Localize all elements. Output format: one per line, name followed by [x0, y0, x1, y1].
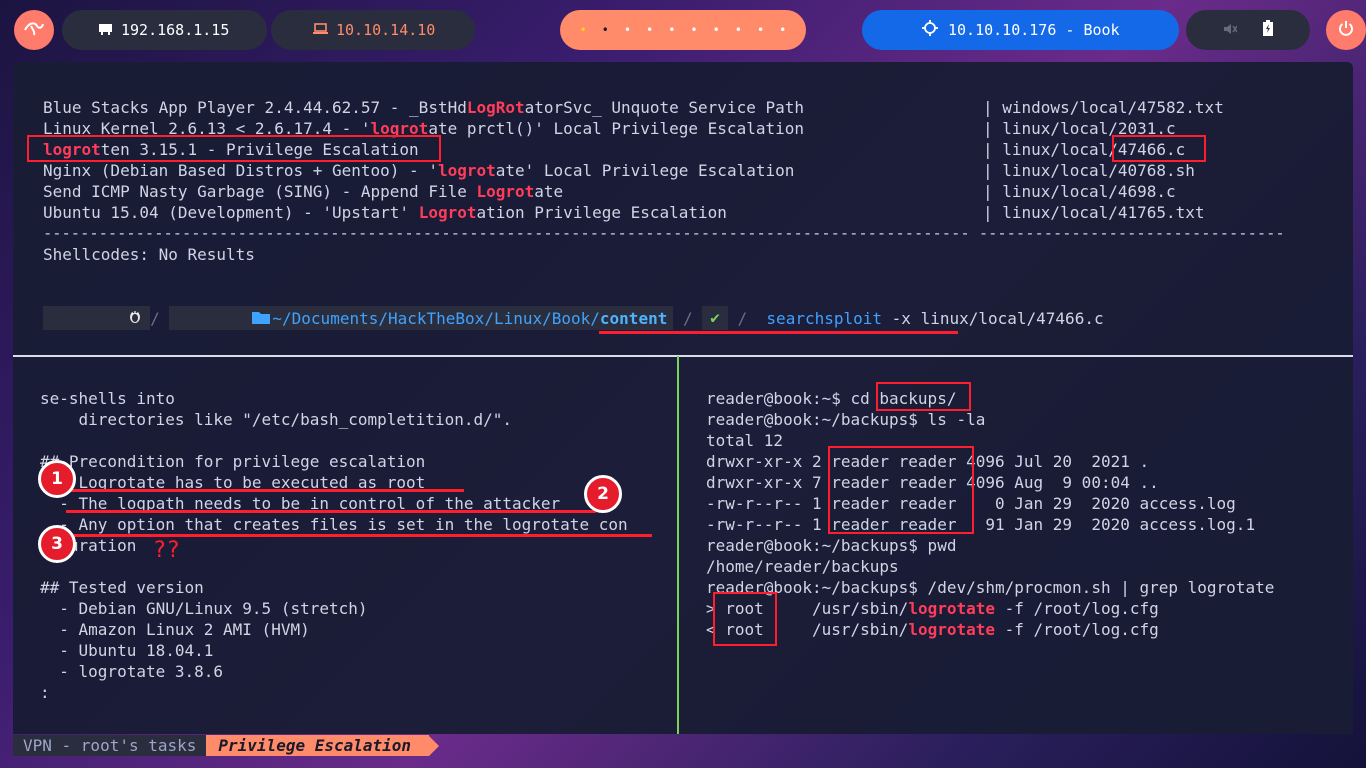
workspace-9[interactable]: •: [757, 23, 764, 37]
text-line: - Any option that creates files is set i…: [40, 515, 628, 534]
shellcodes-line: Shellcodes: No Results: [43, 245, 255, 264]
power-button[interactable]: [1326, 10, 1366, 50]
result-row: Ubuntu 15.04 (Development) - 'Upstart' L…: [43, 203, 727, 222]
tray: [1186, 10, 1310, 50]
result-path: | linux/local/40768.sh: [983, 161, 1195, 180]
target-label: 10.10.10.176 - Book: [948, 21, 1120, 39]
question-marks: ??: [154, 538, 182, 563]
local-ip-widget[interactable]: 192.168.1.15: [62, 10, 267, 50]
workspace-8[interactable]: •: [735, 23, 742, 37]
highlight-box-path: [1112, 135, 1206, 162]
badge-1: 1: [38, 460, 76, 498]
workspaces: • • • • • • • • • •: [560, 10, 806, 50]
highlight-box-backups: [876, 382, 971, 411]
prompt-path-segment: ~/Documents/HackTheBox/Linux/Book/conten…: [169, 306, 674, 330]
terminal-line: reader@book:~/backups$ ls -la: [706, 410, 986, 429]
laptop-icon: [313, 21, 328, 39]
vpn-ip: 10.10.14.10: [336, 21, 436, 39]
highlight-box-logrotten: [27, 135, 441, 162]
underline-command: [599, 331, 958, 334]
network-card-icon: [98, 21, 113, 39]
prompt: / ~/Documents/HackTheBox/Linux/Book/cont…: [43, 306, 1104, 330]
text-line: ## Tested version: [40, 578, 204, 597]
workspace-3[interactable]: •: [624, 23, 631, 37]
prompt-os-segment: [43, 306, 151, 330]
text-line: se-shells into: [40, 389, 175, 408]
badge-2: 2: [584, 475, 622, 513]
target-widget[interactable]: 10.10.10.176 - Book: [862, 10, 1179, 50]
left-pane[interactable]: se-shells into directories like "/etc/ba…: [40, 388, 670, 728]
text-line: ## Precondition for privilege escalation: [40, 452, 426, 471]
crosshair-icon: [922, 20, 938, 40]
result-path: | linux/local/41765.txt: [983, 203, 1205, 222]
highlight-box-root: [713, 592, 777, 646]
result-row: Send ICMP Nasty Garbage (SING) - Append …: [43, 182, 564, 201]
result-row: Blue Stacks App Player 2.4.44.62.57 - _B…: [43, 98, 804, 117]
terminal-line: reader@book:~/backups$ /dev/shm/procmon.…: [706, 578, 1275, 597]
top-bar: 192.168.1.15 10.10.14.10 • • • • • • • •…: [0, 0, 1366, 62]
result-path: | windows/local/47582.txt: [983, 98, 1224, 117]
highlight-box-owner: [828, 446, 974, 534]
terminal-line: -rw-r--r-- 1 reader reader 91 Jan 29 202…: [706, 515, 1256, 534]
underline-precondition-2: [66, 510, 596, 513]
separator: ----------------------------------------…: [43, 224, 1285, 242]
right-pane[interactable]: reader@book:~$ cd backups/ reader@book:~…: [706, 388, 1346, 728]
volume-muted-icon[interactable]: [1223, 21, 1238, 39]
local-ip: 192.168.1.15: [121, 21, 230, 39]
workspace-4[interactable]: •: [646, 23, 653, 37]
power-icon: [1338, 20, 1354, 40]
workspace-2[interactable]: •: [602, 23, 609, 37]
pane-divider-horizontal[interactable]: [13, 355, 1353, 357]
active-window[interactable]: Privilege Escalation: [206, 735, 430, 756]
tmux-status-bar: VPN - root's tasks Privilege Escalation: [13, 735, 440, 756]
text-line: - Ubuntu 18.04.1: [40, 641, 214, 660]
linux-penguin-icon: [51, 289, 142, 347]
kali-dragon-icon: [23, 20, 45, 40]
battery-icon[interactable]: [1263, 20, 1273, 40]
text-line: :: [40, 683, 50, 702]
folder-icon: [175, 290, 271, 347]
workspace-1[interactable]: •: [579, 23, 586, 37]
text-line: - Debian GNU/Linux 9.5 (stretch): [40, 599, 368, 618]
vpn-ip-widget[interactable]: 10.10.14.10: [271, 10, 475, 50]
status-arrow: [429, 735, 440, 756]
workspace-5[interactable]: •: [668, 23, 675, 37]
terminal-line: reader@book:~/backups$ pwd: [706, 536, 957, 555]
terminal-line: /home/reader/backups: [706, 557, 899, 576]
terminal-line: total 12: [706, 431, 784, 450]
text-line: - logrotate 3.8.6: [40, 662, 224, 681]
badge-3: 3: [38, 525, 76, 563]
result-path: | linux/local/4698.c: [983, 182, 1176, 201]
result-row: Nginx (Debian Based Distros + Gentoo) - …: [43, 161, 795, 180]
text-line: directories like "/etc/bash_completition…: [40, 410, 513, 429]
underline-precondition-3: [66, 534, 652, 537]
menu-button[interactable]: [14, 10, 54, 50]
workspace-6[interactable]: •: [690, 23, 697, 37]
underline-precondition-1: [66, 489, 464, 492]
session-name[interactable]: VPN - root's tasks: [13, 735, 207, 756]
workspace-10[interactable]: •: [779, 23, 786, 37]
pane-divider-vertical[interactable]: [677, 356, 679, 734]
prompt-status-check: ✔: [702, 306, 728, 330]
prompt-command: searchsploit -x linux/local/47466.c: [766, 308, 1104, 328]
workspace-7[interactable]: •: [713, 23, 720, 37]
text-line: - Amazon Linux 2 AMI (HVM): [40, 620, 310, 639]
